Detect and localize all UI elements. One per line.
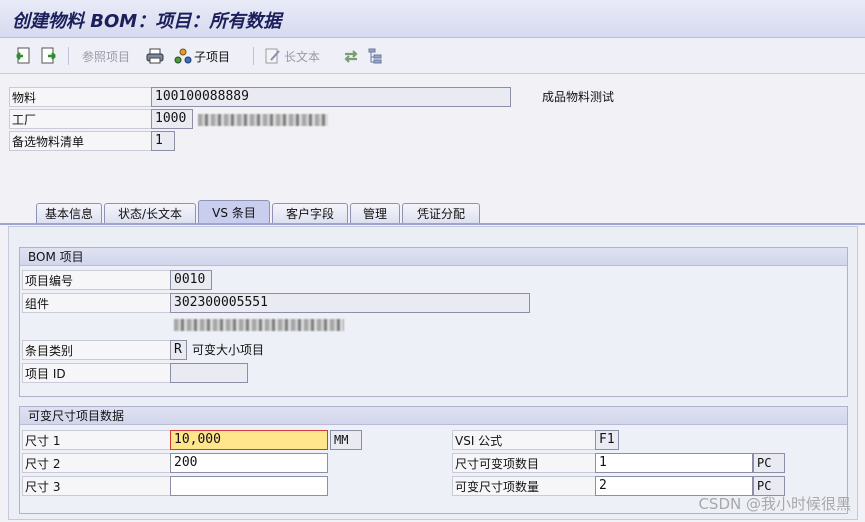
long-text-label: 长文本 bbox=[284, 49, 321, 64]
vsi-formula-label: VSI 公式 bbox=[452, 430, 597, 450]
header-area: 物料 100100088889 成品物料测试 工厂 1000 备选物料清单 1 bbox=[0, 75, 865, 200]
tab-vs-items[interactable]: VS 条目 bbox=[198, 200, 270, 224]
exchange-button[interactable] bbox=[342, 46, 360, 66]
size2-label: 尺寸 2 bbox=[22, 453, 172, 473]
toolbar-separator bbox=[68, 47, 69, 65]
vsi-formula-field[interactable]: F1 bbox=[595, 430, 619, 450]
tab-underline bbox=[0, 223, 865, 225]
tab-status-long-text[interactable]: 状态/长文本 bbox=[104, 203, 196, 224]
size3-field[interactable] bbox=[170, 476, 328, 496]
title-bar: 创建物料 BOM：项目：所有数据 bbox=[0, 0, 865, 38]
reference-item-button[interactable]: 参照项目 bbox=[80, 46, 130, 66]
item-number-field[interactable]: 0010 bbox=[170, 270, 212, 290]
component-field[interactable]: 302300005551 bbox=[170, 293, 530, 313]
sub-item-button[interactable]: 子项目 bbox=[174, 46, 230, 66]
size1-field[interactable]: 10,000 bbox=[170, 430, 328, 450]
tab-strip: 基本信息 状态/长文本 VS 条目 客户字段 管理 凭证分配 bbox=[0, 200, 865, 224]
size3-label: 尺寸 3 bbox=[22, 476, 172, 496]
size1-unit-field[interactable]: MM bbox=[330, 430, 362, 450]
bom-item-group: BOM 项目 项目编号 0010 组件 302300005551 条目类别 R … bbox=[19, 247, 848, 397]
next-item-button[interactable] bbox=[40, 46, 58, 66]
plant-label: 工厂 bbox=[9, 109, 151, 129]
next-page-icon bbox=[40, 47, 58, 65]
vs-quantity-label: 可变尺寸项数量 bbox=[452, 476, 597, 496]
tab-content-vs-items: BOM 项目 项目编号 0010 组件 302300005551 条目类别 R … bbox=[8, 226, 858, 520]
edit-document-icon bbox=[264, 47, 282, 65]
reference-item-label: 参照项目 bbox=[82, 49, 131, 64]
variable-size-group-title: 可变尺寸项目数据 bbox=[20, 407, 847, 425]
print-button[interactable] bbox=[146, 46, 164, 66]
toolbar-separator bbox=[253, 47, 254, 65]
tab-administration[interactable]: 管理 bbox=[350, 203, 400, 224]
item-id-label: 项目 ID bbox=[22, 363, 172, 383]
watermark: CSDN @我小时候很黑 bbox=[698, 495, 851, 513]
item-category-field[interactable]: R bbox=[170, 340, 187, 360]
org-structure-icon bbox=[174, 47, 192, 65]
component-description-redacted bbox=[174, 319, 344, 331]
bom-item-group-title: BOM 项目 bbox=[20, 248, 847, 266]
window-title: 创建物料 BOM：项目：所有数据 bbox=[12, 11, 282, 32]
material-field[interactable]: 100100088889 bbox=[151, 87, 511, 107]
material-description: 成品物料测试 bbox=[542, 90, 615, 104]
printer-icon bbox=[146, 47, 164, 65]
exchange-icon bbox=[342, 47, 360, 65]
hierarchy-icon bbox=[366, 47, 384, 65]
sub-item-label: 子项目 bbox=[194, 49, 231, 64]
size1-label: 尺寸 1 bbox=[22, 430, 172, 450]
long-text-button[interactable]: 长文本 bbox=[264, 46, 320, 66]
size2-field[interactable]: 200 bbox=[170, 453, 328, 473]
tab-customer-fields[interactable]: 客户字段 bbox=[272, 203, 348, 224]
item-number-label: 项目编号 bbox=[22, 270, 172, 290]
plant-description-redacted bbox=[198, 114, 328, 126]
item-category-label: 条目类别 bbox=[22, 340, 172, 360]
vs-count-label: 尺寸可变项数目 bbox=[452, 453, 597, 473]
component-label: 组件 bbox=[22, 293, 172, 313]
alternative-bom-field[interactable]: 1 bbox=[151, 131, 175, 151]
item-category-description: 可变大小项目 bbox=[192, 343, 265, 357]
vs-count-field[interactable]: 1 bbox=[595, 453, 753, 473]
plant-field[interactable]: 1000 bbox=[151, 109, 193, 129]
tab-document-assignment[interactable]: 凭证分配 bbox=[402, 203, 480, 224]
alternative-bom-label: 备选物料清单 bbox=[9, 131, 151, 151]
item-id-field[interactable] bbox=[170, 363, 248, 383]
tab-basic-data[interactable]: 基本信息 bbox=[36, 203, 102, 224]
application-toolbar: 参照项目 子项目 长文本 bbox=[0, 38, 865, 74]
material-label: 物料 bbox=[9, 87, 151, 107]
previous-page-icon bbox=[14, 47, 32, 65]
previous-item-button[interactable] bbox=[14, 46, 32, 66]
vs-count-unit-field[interactable]: PC bbox=[753, 453, 785, 473]
structure-button[interactable] bbox=[366, 46, 384, 66]
